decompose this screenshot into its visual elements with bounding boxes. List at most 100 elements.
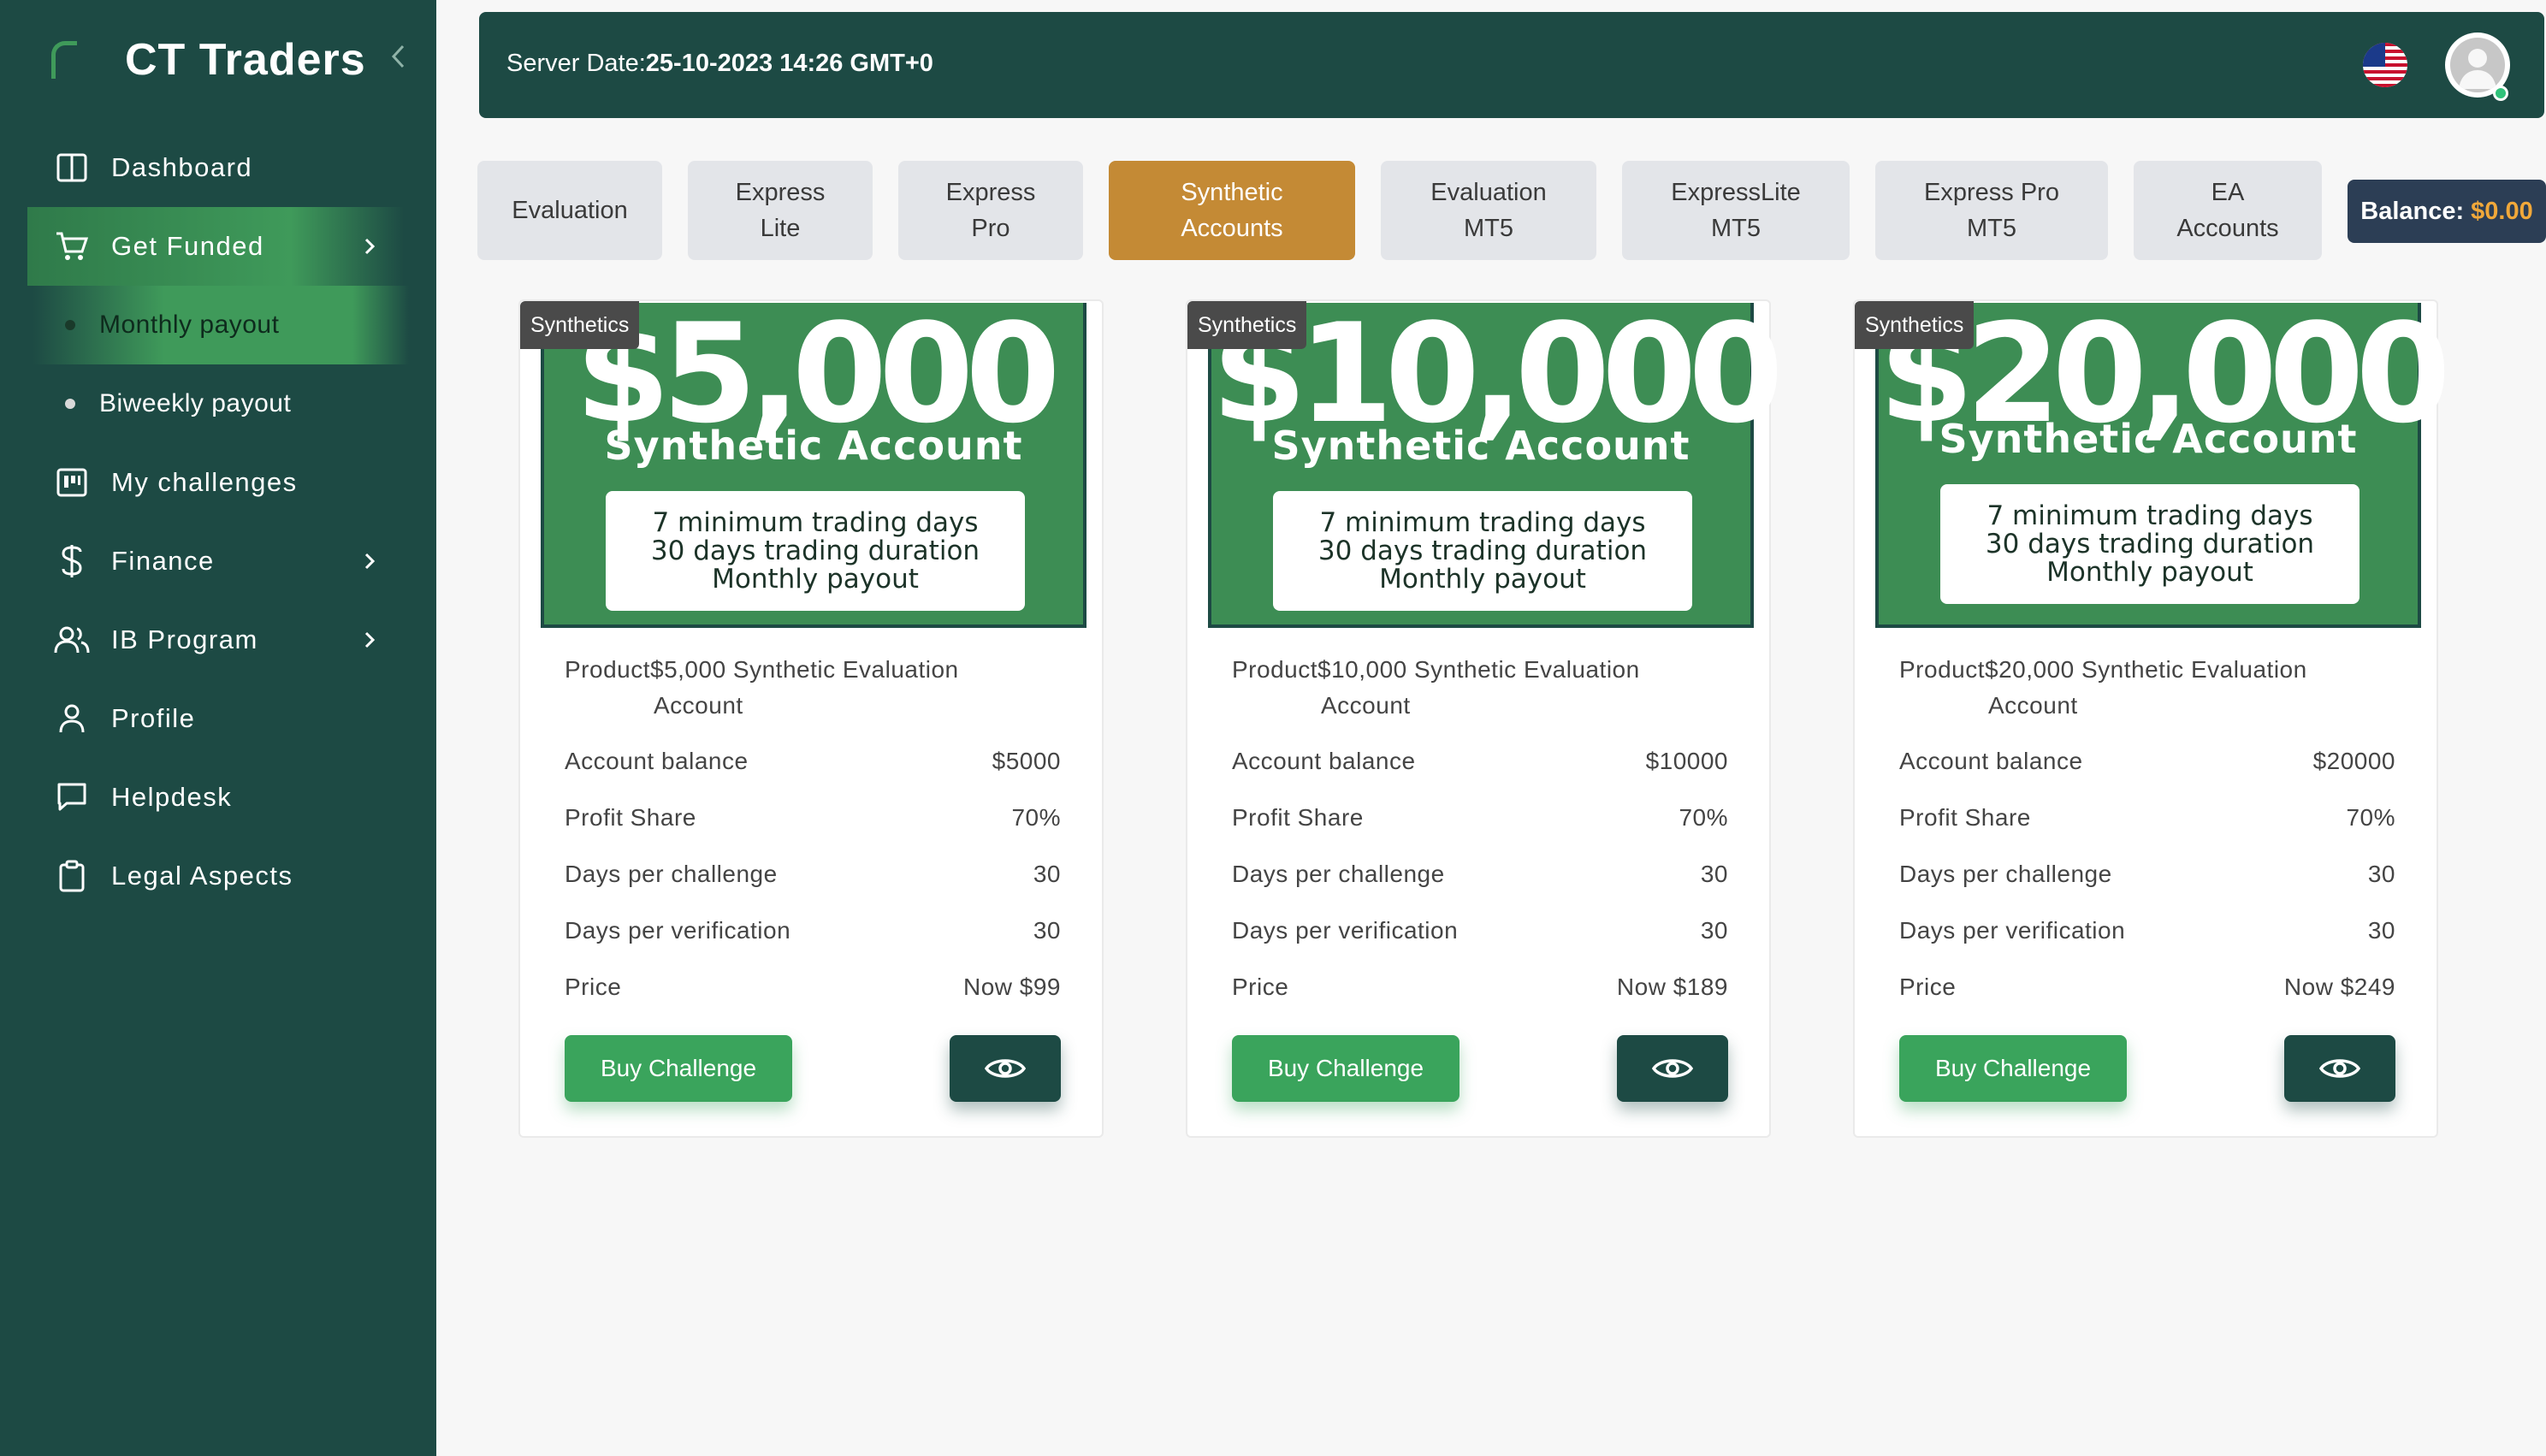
tab-label: Evaluation (512, 197, 628, 224)
banner-subtitle: Synthetic Account (604, 423, 1023, 469)
chevron-right-icon (352, 544, 387, 578)
banner-subtitle: Synthetic Account (1271, 423, 1690, 469)
clipboard-icon (53, 857, 91, 895)
product-title: Product$5,000 Synthetic Evaluation Accou… (565, 652, 1044, 724)
product-banner: $20,000 Synthetic Account 7 minimum trad… (1875, 301, 2451, 628)
chevron-left-icon (391, 44, 405, 68)
sidebar-item-helpdesk[interactable]: Helpdesk (0, 758, 436, 837)
sidebar-subitem-biweekly-payout[interactable]: Biweekly payout (0, 364, 436, 443)
tab-expresslite-mt5[interactable]: ExpressLite MT5 (1622, 161, 1850, 260)
feature-line: Monthly payout (2046, 556, 2253, 588)
sidebar-item-legal-aspects[interactable]: Legal Aspects (0, 837, 436, 915)
brand-logo-icon (51, 41, 77, 79)
us-flag-icon[interactable] (2363, 43, 2407, 87)
tab-synthetic-accounts[interactable]: Synthetic Accounts (1109, 161, 1355, 260)
detail-row-account-balance: Account balance $5000 (565, 748, 1061, 782)
view-details-button[interactable] (2284, 1035, 2395, 1102)
banner-features: 7 minimum trading days 30 days trading d… (1940, 484, 2359, 604)
balance-badge: Balance: $0.00 (2348, 180, 2546, 243)
detail-row-price: Price Now $249 (1899, 974, 2395, 1008)
bullet-icon (65, 320, 75, 330)
detail-label: Price (565, 974, 622, 1000)
sidebar-item-profile[interactable]: Profile (0, 679, 436, 758)
feature-line: 30 days trading duration (1317, 535, 1648, 566)
category-tag: Synthetics (1187, 301, 1307, 349)
tab-express-pro[interactable]: Express Pro (898, 161, 1083, 260)
tab-express-lite[interactable]: Express Lite (688, 161, 873, 260)
detail-value: 30 (1700, 861, 1728, 887)
feature-line: Monthly payout (1379, 563, 1586, 595)
tab-label: Accounts (1181, 215, 1283, 242)
tab-evaluation[interactable]: Evaluation (477, 161, 662, 260)
chevron-right-icon (352, 229, 387, 263)
detail-value: 70% (1679, 804, 1728, 831)
detail-row-days-challenge: Days per challenge 30 (1899, 861, 2395, 895)
tab-evaluation-mt5[interactable]: Evaluation MT5 (1381, 161, 1596, 260)
detail-value: 30 (2367, 917, 2395, 944)
feature-line: 7 minimum trading days (1319, 506, 1646, 538)
detail-value: $10000 (1645, 748, 1728, 774)
tab-express-pro-mt5[interactable]: Express Pro MT5 (1875, 161, 2108, 260)
category-tag: Synthetics (1855, 301, 1975, 349)
sidebar-item-get-funded[interactable]: Get Funded (27, 207, 404, 286)
eye-icon (1652, 1059, 1693, 1078)
detail-label: Price (1232, 974, 1289, 1000)
detail-label: Account balance (565, 748, 749, 774)
sidebar-item-label: Legal Aspects (111, 861, 293, 891)
tab-label: ExpressLite (1671, 179, 1801, 206)
detail-label: Profit Share (1232, 804, 1364, 831)
banner-features: 7 minimum trading days 30 days trading d… (1273, 491, 1692, 611)
detail-label: Days per challenge (1899, 861, 2112, 887)
buy-challenge-button[interactable]: Buy Challenge (565, 1035, 792, 1102)
buy-challenge-button[interactable]: Buy Challenge (1899, 1035, 2127, 1102)
chevron-right-icon (352, 623, 387, 657)
product-banner: $10,000 Synthetic Account 7 minimum trad… (1208, 301, 1784, 628)
detail-row-profit-share: Profit Share 70% (565, 804, 1061, 838)
sidebar-item-label: Get Funded (111, 231, 264, 261)
sidebar-item-dashboard[interactable]: Dashboard (0, 128, 436, 207)
detail-row-account-balance: Account balance $10000 (1232, 748, 1728, 782)
detail-label: Profit Share (1899, 804, 2031, 831)
detail-label: Profit Share (565, 804, 696, 831)
tab-label: MT5 (1710, 215, 1761, 242)
detail-value: $5000 (992, 748, 1061, 774)
detail-value: 30 (1033, 917, 1061, 944)
product-card: $5,000 Synthetic Account 7 minimum tradi… (518, 299, 1104, 1138)
dollar-icon (53, 542, 91, 580)
detail-value: Now $249 (2283, 974, 2395, 1000)
sidebar-item-ib-program[interactable]: IB Program (0, 601, 436, 679)
detail-label: Account balance (1232, 748, 1416, 774)
feature-line: 7 minimum trading days (1986, 500, 2313, 531)
product-title: Product$20,000 Synthetic Evaluation Acco… (1899, 652, 2378, 724)
detail-value: 70% (1011, 804, 1061, 831)
detail-value: Now $99 (962, 974, 1061, 1000)
tab-label: Express Pro (1924, 179, 2059, 206)
view-details-button[interactable] (1617, 1035, 1728, 1102)
brand[interactable]: CT Traders (51, 26, 366, 94)
detail-label: Days per verification (1232, 917, 1459, 944)
server-date-label: Server Date: (506, 50, 646, 77)
banner-subtitle: Synthetic Account (1939, 416, 2358, 462)
feature-line: 30 days trading duration (650, 535, 980, 566)
view-details-button[interactable] (950, 1035, 1061, 1102)
bullet-icon (65, 399, 75, 409)
tab-ea-accounts[interactable]: EA Accounts (2134, 161, 2322, 260)
feature-line: 7 minimum trading days (652, 506, 979, 538)
buy-challenge-button[interactable]: Buy Challenge (1232, 1035, 1460, 1102)
sidebar-item-my-challenges[interactable]: My challenges (0, 443, 436, 522)
detail-row-price: Price Now $99 (565, 974, 1061, 1008)
sidebar-subitem-label: Biweekly payout (99, 389, 292, 417)
tab-label: Express (735, 179, 826, 206)
collapse-sidebar-button[interactable] (382, 39, 416, 74)
tab-label: Evaluation (1430, 179, 1547, 206)
product-card: $10,000 Synthetic Account 7 minimum trad… (1186, 299, 1784, 1138)
product-card: $20,000 Synthetic Account 7 minimum trad… (1853, 299, 2451, 1138)
product-title-line: Product$20,000 Synthetic Evaluation (1899, 656, 2307, 683)
detail-value: Now $189 (1616, 974, 1728, 1000)
detail-label: Days per challenge (565, 861, 778, 887)
detail-row-price: Price Now $189 (1232, 974, 1728, 1008)
detail-value: 30 (2367, 861, 2395, 887)
sidebar-subitem-monthly-payout[interactable]: Monthly payout (33, 286, 409, 364)
sidebar-item-finance[interactable]: Finance (0, 522, 436, 601)
tab-label: EA (2211, 179, 2245, 206)
